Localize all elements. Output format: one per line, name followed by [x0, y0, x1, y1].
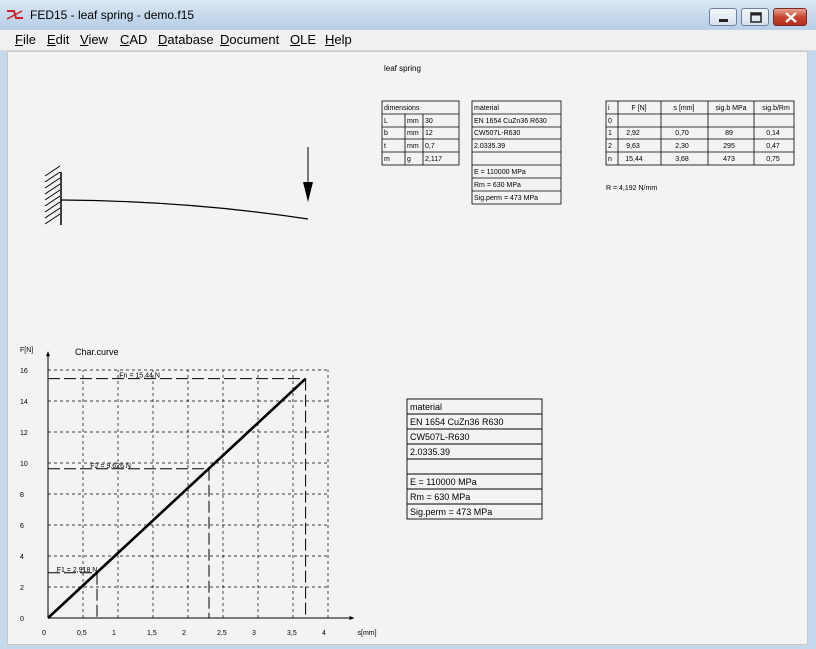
dim-unit: mm: [407, 118, 419, 125]
load-cell: 0: [608, 118, 612, 125]
dim-sym: b: [384, 130, 388, 137]
y-tick-label: 2: [20, 585, 24, 592]
char-curve-chart: 0 0,5 1 1,5 2 2,5 3 3,5 4 0 2 4 6 8 10 12 14 16 s[mm] F[N] C…: [20, 347, 377, 637]
spring-rate: R = 4,192 N/mm: [606, 185, 657, 192]
drawing-heading: leaf spring: [384, 64, 421, 73]
load-cell: 15,44: [625, 156, 643, 163]
characteristic-line: [47, 377, 307, 619]
x-tick-label: 2,5: [217, 630, 227, 637]
material-large-line: Rm = 630 MPa: [410, 492, 470, 502]
y-tick-label: 6: [20, 523, 24, 530]
material-large-line: 2.0335.39: [410, 447, 450, 457]
load-cell: 0,75: [766, 156, 780, 163]
load-cell: 0,47: [766, 143, 780, 150]
load-arrow-icon: [303, 182, 313, 202]
y-axis-arrow-icon: [46, 351, 50, 357]
menu-help[interactable]: Help: [325, 32, 352, 47]
x-tick-label: 0,5: [77, 630, 87, 637]
menu-ole[interactable]: OLE: [290, 32, 316, 47]
dim-unit: mm: [407, 143, 419, 150]
material-large-line: EN 1654 CuZn36 R630: [410, 417, 504, 427]
dim-sym: m: [384, 156, 390, 163]
menu-view[interactable]: View: [80, 32, 108, 47]
load-header: i: [608, 105, 610, 112]
menu-edit[interactable]: Edit: [47, 32, 69, 47]
menu-file[interactable]: File: [15, 32, 36, 47]
dim-value: 0,7: [425, 143, 435, 150]
material-line: Rm = 630 MPa: [474, 182, 521, 189]
x-tick-label: 1: [112, 630, 116, 637]
dimensions-header: dimensions: [384, 105, 420, 112]
material-line: E = 110000 MPa: [474, 169, 526, 176]
load-header: sig.b MPa: [715, 105, 746, 112]
load-cell: 1: [608, 130, 612, 137]
y-tick-label: 10: [20, 461, 28, 468]
load-cell: 2,30: [675, 143, 689, 150]
load-cell: 9,63: [626, 143, 640, 150]
load-cell: 0,14: [766, 130, 780, 137]
y-tick-label: 12: [20, 430, 28, 437]
load-cell: 3,68: [675, 156, 689, 163]
load-cell: n: [608, 156, 612, 163]
load-annotation: Fn = 15,44 N: [119, 373, 160, 380]
load-cell: 295: [723, 143, 735, 150]
y-axis-label: F[N]: [20, 347, 33, 354]
load-annotation: F2 = 9,626 N: [90, 463, 131, 470]
material-line: EN 1654 CuZn36 R630: [474, 118, 547, 125]
material-large-line: CW507L-R630: [410, 432, 470, 442]
x-axis-arrow-icon: [349, 616, 355, 620]
material-large-line: Sig.perm = 473 MPa: [410, 507, 492, 517]
load-cell: 89: [725, 130, 733, 137]
y-tick-label: 14: [20, 399, 28, 406]
menu-database[interactable]: Database: [158, 32, 214, 47]
material-line: 2.0335.39: [474, 143, 505, 150]
x-axis-label: s[mm]: [358, 630, 377, 637]
load-cell: 2,92: [626, 130, 640, 137]
x-tick-label: 0: [42, 630, 46, 637]
menu-bar: File Edit View CAD Database Document OLE…: [0, 30, 816, 51]
load-cell: 473: [723, 156, 735, 163]
cad-drawing: leaf spring dimensions L mm 30 b mm 12 t…: [20, 64, 795, 637]
y-tick-label: 4: [20, 554, 24, 561]
x-tick-label: 4: [322, 630, 326, 637]
dim-sym: t: [384, 143, 386, 150]
dim-value: 30: [425, 118, 433, 125]
menu-cad[interactable]: CAD: [120, 32, 147, 47]
x-tick-label: 3: [252, 630, 256, 637]
material-large-line: E = 110000 MPa: [410, 477, 477, 487]
material-line: Sig.perm = 473 MPa: [474, 195, 538, 202]
load-annotation: F1 = 2,918 N: [57, 567, 98, 574]
material-large-header: material: [410, 402, 442, 412]
dim-unit: mm: [407, 130, 419, 137]
y-tick-label: 16: [20, 368, 28, 375]
spring-sketch: [44, 147, 313, 225]
chart-title: Char.curve: [75, 347, 119, 357]
x-tick-label: 3,5: [287, 630, 297, 637]
menu-document[interactable]: Document: [220, 32, 279, 47]
load-header: sig.b/Rm: [762, 105, 790, 112]
x-tick-label: 1,5: [147, 630, 157, 637]
material-header: material: [474, 105, 499, 112]
y-tick-label: 8: [20, 492, 24, 499]
y-tick-label: 0: [20, 616, 24, 623]
load-cell: 2: [608, 143, 612, 150]
load-header: s [mm]: [674, 105, 695, 112]
x-tick-label: 2: [182, 630, 186, 637]
load-header: F [N]: [631, 105, 646, 112]
dim-value: 2,117: [425, 156, 442, 163]
dim-unit: g: [407, 156, 411, 163]
dim-sym: L: [384, 118, 388, 125]
dim-value: 12: [425, 130, 433, 137]
load-cell: 0,70: [675, 130, 689, 137]
material-line: CW507L-R630: [474, 130, 520, 137]
